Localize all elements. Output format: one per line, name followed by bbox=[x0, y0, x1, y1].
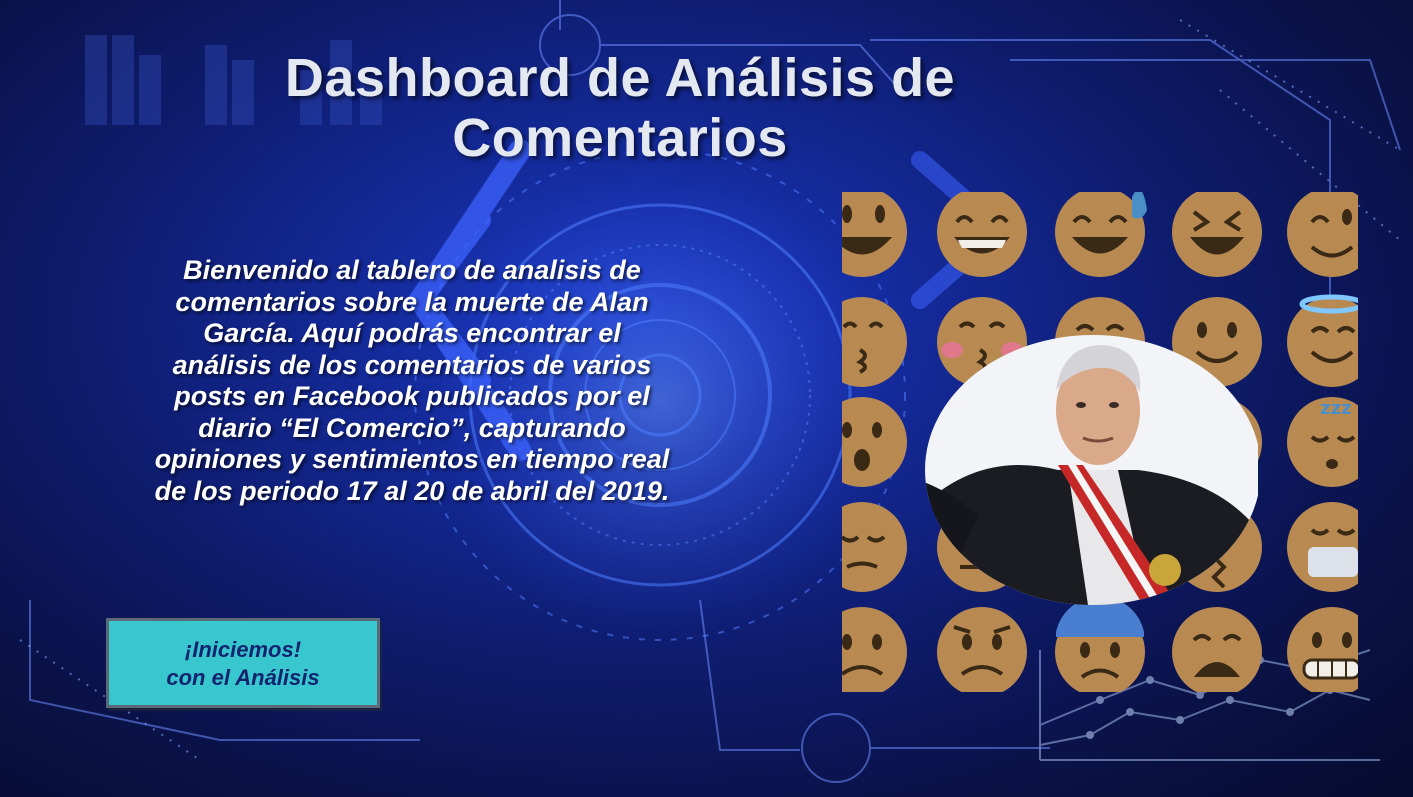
start-analysis-button[interactable]: ¡Iniciemos! con el Análisis bbox=[106, 618, 380, 708]
worried-face-icon bbox=[937, 607, 1027, 692]
sleeping-face-icon: zzz bbox=[1287, 397, 1358, 487]
anxious-face-icon bbox=[1055, 596, 1145, 692]
intro-line: posts en Facebook publicados por el bbox=[174, 381, 650, 411]
intro-line: análisis de los comentarios de varios bbox=[172, 349, 652, 380]
grinning-face-icon bbox=[842, 192, 907, 277]
grin-face-icon bbox=[937, 192, 1027, 277]
start-analysis-button-line-1: ¡Iniciemos! bbox=[184, 637, 302, 662]
grimacing-face-icon bbox=[1287, 607, 1358, 692]
laughing-face-icon bbox=[1172, 192, 1262, 277]
intro-line: de los periodo 17 al 20 de abril del 201… bbox=[154, 475, 670, 506]
intro-line: Bienvenido al tablero de analisis de bbox=[183, 255, 641, 285]
dashboard-slide: zzz Dashboard de Análisis de Comentarios… bbox=[0, 0, 1413, 797]
hushed-face-icon bbox=[842, 397, 907, 487]
portrait-photo bbox=[925, 335, 1258, 605]
intro-line: comentarios sobre la muerte de Alan bbox=[175, 286, 649, 317]
halo-face-icon bbox=[1287, 294, 1358, 387]
svg-text:zzz: zzz bbox=[1320, 398, 1351, 419]
winking-face-icon bbox=[1287, 192, 1358, 277]
weary-face-icon bbox=[1172, 607, 1262, 692]
frowning-face-icon bbox=[842, 607, 907, 692]
start-analysis-button-line-2: con el Análisis bbox=[166, 665, 320, 690]
intro-line: García. Aquí podrás encontrar el bbox=[203, 318, 621, 348]
page-title: Dashboard de Análisis de Comentarios bbox=[150, 48, 1090, 168]
intro-paragraph: Bienvenido al tablero de analisis de com… bbox=[22, 255, 802, 507]
sweat-smile-face-icon bbox=[1055, 192, 1147, 277]
intro-line: diario “El Comercio”, capturando bbox=[198, 412, 626, 443]
page-title-line-2: Comentarios bbox=[452, 108, 788, 168]
kissing-face-icon bbox=[842, 297, 907, 387]
intro-line: opiniones y sentimientos en tiempo real bbox=[154, 444, 670, 474]
pensive-face-icon bbox=[842, 502, 907, 592]
page-title-line-1: Dashboard de Análisis de bbox=[284, 48, 956, 108]
medical-mask-face-icon bbox=[1287, 502, 1358, 592]
